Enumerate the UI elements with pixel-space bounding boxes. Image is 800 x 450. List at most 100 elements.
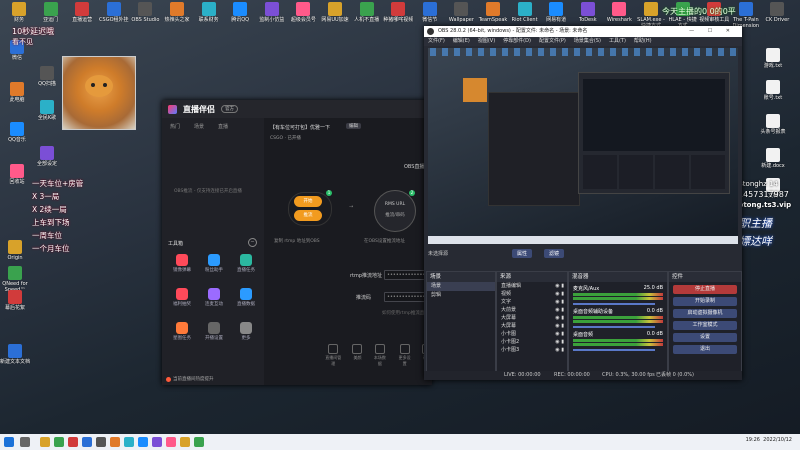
obs-menu-item[interactable]: 配置文件(P) [539, 37, 566, 46]
taskbar-app-icon[interactable] [124, 437, 134, 447]
obs-menu-item[interactable]: 文件(F) [428, 37, 445, 46]
desktop-icon-right[interactable]: 新建.docx [754, 148, 792, 169]
source-item[interactable]: 小卡图3 ◉ ▮ [497, 346, 567, 354]
desktop-icon-left[interactable]: Origin [0, 240, 34, 261]
help-link[interactable]: 如何使用rtmp推流直播 [382, 310, 429, 316]
desktop-icon-top[interactable]: 微信节 [415, 2, 445, 23]
desktop-icon-top[interactable]: Wallpaper [446, 2, 476, 23]
start-icon[interactable] [4, 437, 14, 447]
desktop-icon-top[interactable]: 财务 [4, 2, 34, 23]
desktop-icon-top[interactable]: 腾讯QQ [225, 2, 255, 23]
desktop-icon-top[interactable]: 亚运门 [36, 2, 66, 23]
desktop-icon-right[interactable]: 头条号报表 [754, 114, 792, 135]
source-item[interactable]: 小卡图2 ◉ ▮ [497, 338, 567, 346]
tool-item[interactable]: 星图任务 [168, 322, 196, 342]
tool-item[interactable]: 粉丝助手 [200, 254, 228, 274]
control-button[interactable]: 开始录制 [673, 297, 737, 306]
taskbar-app-icon[interactable] [40, 437, 50, 447]
taskbar-app-icon[interactable] [110, 437, 120, 447]
taskbar-app-icon[interactable] [96, 437, 106, 447]
taskbar-app-icon[interactable] [180, 437, 190, 447]
eye-lock-icon[interactable]: ◉ ▮ [555, 298, 564, 306]
desktop-icon-top[interactable]: 热辣头之家 [162, 2, 192, 23]
tool-item[interactable]: 开播设置 [200, 322, 228, 342]
desktop-icon-top[interactable]: 超级会员号 [288, 2, 318, 23]
live-bottom-item[interactable]: 更多设置 [397, 344, 412, 367]
tools-toggle-icon[interactable]: − [248, 238, 257, 247]
desktop-icon-top[interactable]: Riot Client [510, 2, 540, 23]
live-bottom-item[interactable]: 直播间管理 [324, 344, 342, 367]
desktop-icon-left[interactable]: QNeed for Speed™ [0, 266, 34, 293]
desktop-icon-top[interactable]: CK Driver [762, 2, 792, 23]
source-item[interactable]: 视频 ◉ ▮ [497, 290, 567, 298]
control-button[interactable]: 停止直播 [673, 285, 737, 294]
obs-menu-item[interactable]: 停靠部件(D) [503, 37, 531, 46]
desktop-icon-top[interactable]: 联系财务 [194, 2, 224, 23]
volume-slider[interactable] [573, 349, 655, 351]
filters-button[interactable]: 滤镜 [544, 249, 565, 258]
scene-item[interactable]: 剪辑 [427, 291, 495, 300]
desktop-icon-top[interactable]: Wireshark [604, 2, 634, 23]
window-controls[interactable]: — ☐ ✕ [689, 26, 736, 37]
search-icon[interactable] [20, 437, 30, 447]
control-button[interactable]: 启动虚拟摄像机 [673, 309, 737, 318]
tool-item[interactable]: 直播数据 [232, 288, 260, 308]
live-tab[interactable]: 场景 [194, 123, 204, 130]
obs-menu-item[interactable]: 视图(V) [478, 37, 495, 46]
source-item[interactable]: 大前景 ◉ ▮ [497, 306, 567, 314]
desktop-icon-left[interactable]: 新建文本文档 [0, 344, 34, 365]
desktop-icon-top[interactable]: TeamSpeak [478, 2, 508, 23]
taskbar-app-icon[interactable] [138, 437, 148, 447]
scene-item[interactable]: 场景 [427, 282, 495, 291]
tool-item[interactable]: 福利抽奖 [168, 288, 196, 308]
edit-title-button[interactable]: 编辑 [346, 123, 361, 129]
live-tab[interactable]: 热门 [170, 123, 180, 130]
eye-lock-icon[interactable]: ◉ ▮ [555, 338, 564, 346]
source-item[interactable]: 直播编辑 ◉ ▮ [497, 282, 567, 290]
desktop-icon-top[interactable]: OBS Studio [130, 2, 160, 23]
desktop-icon-top[interactable]: ToDesk [573, 2, 603, 23]
live-tab[interactable]: 直播 [218, 123, 228, 130]
eye-lock-icon[interactable]: ◉ ▮ [555, 290, 564, 298]
taskbar-app-icon[interactable] [68, 437, 78, 447]
eye-lock-icon[interactable]: ◉ ▮ [555, 322, 564, 330]
desktop-icon-top[interactable]: 种猪哪咤视频 [383, 2, 413, 23]
eye-lock-icon[interactable]: ◉ ▮ [555, 330, 564, 338]
desktop-icon-top[interactable]: 监制小仿益 [257, 2, 287, 23]
desktop-icon-left[interactable]: 全民K歌 [28, 100, 66, 121]
desktop-icon-top[interactable]: 网易UU加速 [320, 2, 350, 23]
control-button[interactable]: 工作室模式 [673, 321, 737, 330]
tool-item[interactable]: 连麦互动 [200, 288, 228, 308]
obs-menu-item[interactable]: 场景集合(S) [574, 37, 601, 46]
live-bottom-item[interactable]: 本场数据 [372, 344, 387, 367]
eye-lock-icon[interactable]: ◉ ▮ [555, 314, 564, 322]
eye-lock-icon[interactable]: ◉ ▮ [555, 282, 564, 290]
source-item[interactable]: 大屏幕 ◉ ▮ [497, 322, 567, 330]
volume-slider[interactable] [573, 326, 655, 328]
tool-item[interactable]: 直播任务 [232, 254, 260, 274]
eye-lock-icon[interactable]: ◉ ▮ [555, 346, 564, 354]
desktop-icon-top[interactable]: 网易有道 [541, 2, 571, 23]
taskbar-app-icon[interactable] [82, 437, 92, 447]
control-button[interactable]: 设置 [673, 333, 737, 342]
desktop-icon-right[interactable]: 账号.txt [754, 80, 792, 101]
taskbar-app-icon[interactable] [194, 437, 204, 447]
eye-lock-icon[interactable]: ◉ ▮ [555, 306, 564, 314]
desktop-icon-left[interactable]: 幕后花絮 [0, 290, 34, 311]
tool-item[interactable]: 镜像弹幕 [168, 254, 196, 274]
desktop-icon-top[interactable]: 人机不直播 [352, 2, 382, 23]
taskbar-app-icon[interactable] [166, 437, 176, 447]
desktop-icon-top[interactable]: CSGO租外挂 [99, 2, 129, 23]
desktop-icon-top[interactable]: 直播运营 [67, 2, 97, 23]
tool-item[interactable]: 更多 [232, 322, 260, 342]
obs-menu-item[interactable]: 编辑(E) [453, 37, 470, 46]
desktop-icon-left[interactable]: QQ音乐 [0, 122, 36, 143]
control-button[interactable]: 退出 [673, 345, 737, 354]
taskbar-app-icon[interactable] [54, 437, 64, 447]
desktop-icon-right[interactable]: 游戏.txt [754, 48, 792, 69]
source-item[interactable]: 文字 ◉ ▮ [497, 298, 567, 306]
source-item[interactable]: 小卡图 ◉ ▮ [497, 330, 567, 338]
taskbar-app-icon[interactable] [152, 437, 162, 447]
obs-menu-item[interactable]: 工具(T) [609, 37, 626, 46]
obs-menu-item[interactable]: 帮助(H) [634, 37, 652, 46]
